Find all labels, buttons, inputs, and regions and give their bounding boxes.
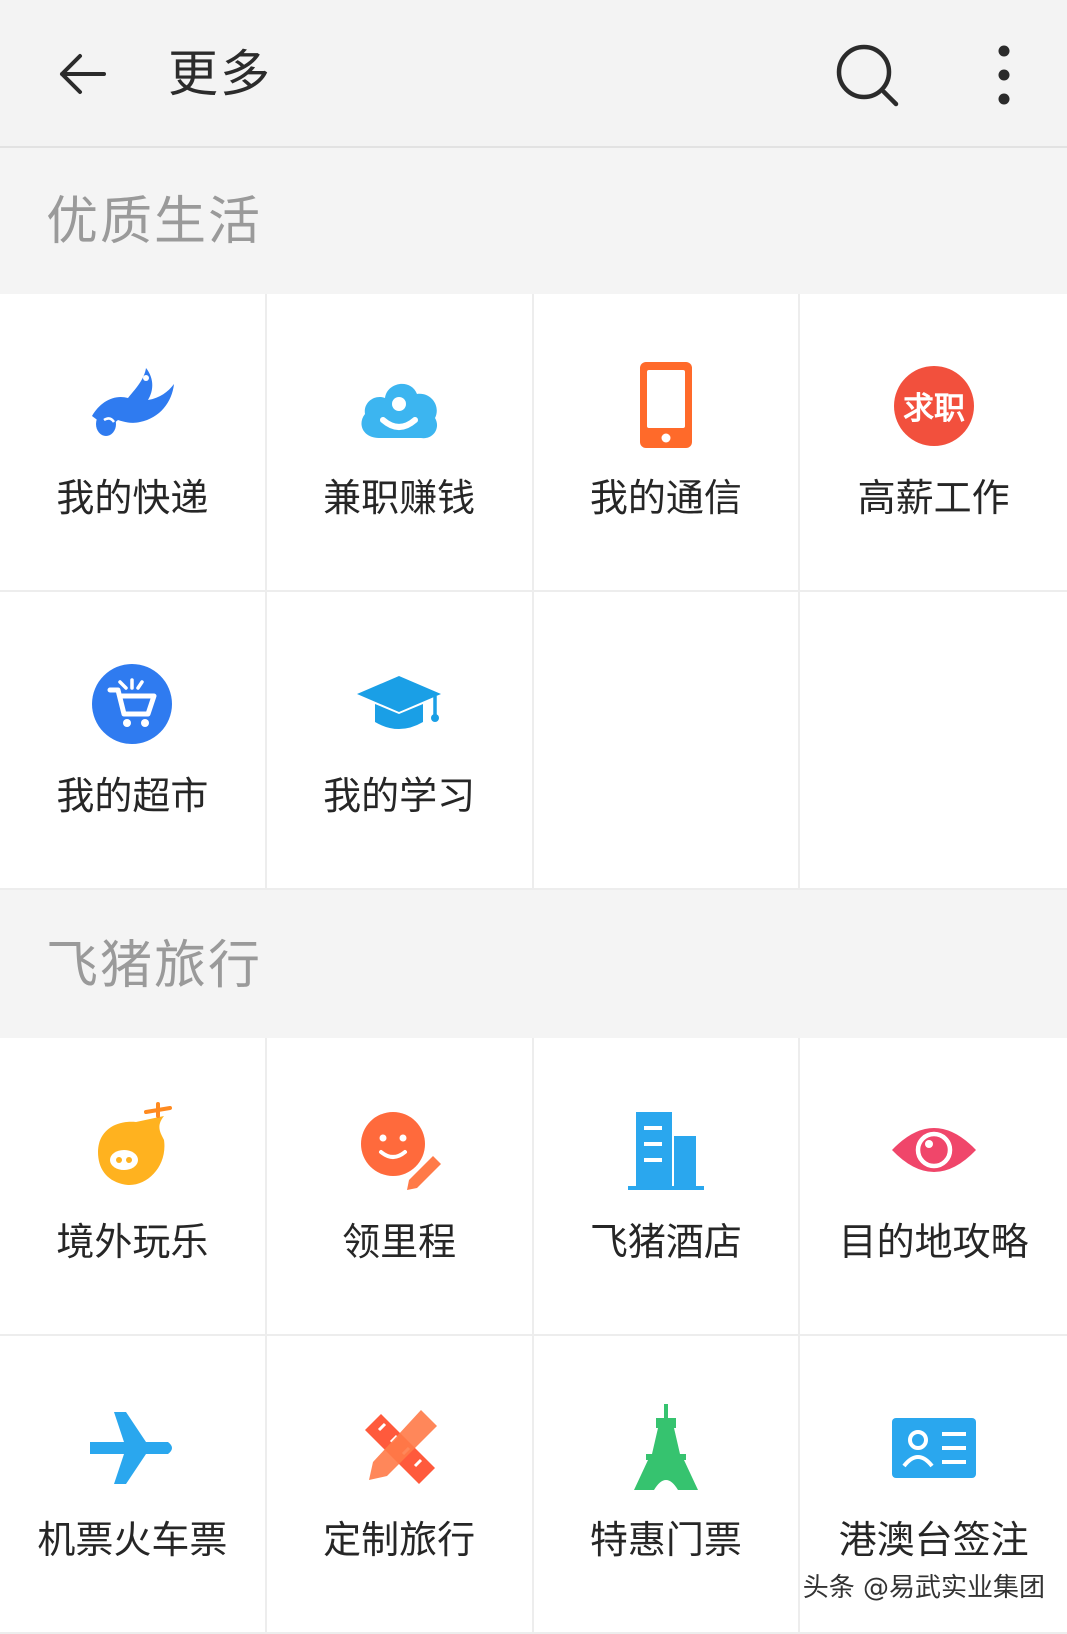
service-item-part-time[interactable]: 兼职赚钱: [266, 294, 534, 592]
watermark-text: 头条 @易武实业集团: [802, 1573, 1045, 1603]
service-label: 境外玩乐: [56, 1220, 209, 1264]
more-options-button[interactable]: [984, 40, 1024, 110]
search-icon: [836, 44, 899, 107]
service-label: 港澳台签注: [838, 1518, 1029, 1562]
section-title: 飞猪旅行: [46, 936, 263, 996]
service-item-overseas-fun[interactable]: 境外玩乐: [0, 1038, 267, 1336]
service-label: 特惠门票: [589, 1518, 742, 1562]
vertical-dots-icon: [998, 45, 1010, 105]
service-label: 兼职赚钱: [323, 476, 476, 520]
pig-plane-icon: [98, 1102, 173, 1185]
job-badge-icon: 求职: [893, 366, 974, 446]
service-item-mileage[interactable]: 领里程: [266, 1038, 534, 1336]
smile-pencil-icon: [361, 1112, 442, 1190]
service-item-express[interactable]: 我的快递: [0, 294, 267, 592]
service-label: 我的快递: [56, 476, 209, 520]
service-item-custom-travel[interactable]: 定制旅行: [266, 1336, 534, 1634]
service-label: 高薪工作: [857, 476, 1010, 520]
top-app-bar: 更多: [0, 0, 1067, 148]
service-label: 领里程: [342, 1220, 457, 1264]
airplane-icon: [90, 1412, 173, 1484]
service-item-flight-train[interactable]: 机票火车票: [0, 1336, 267, 1634]
section-title: 优质生活: [46, 192, 263, 252]
service-label: 我的学习: [323, 774, 476, 818]
eye-icon: [891, 1128, 976, 1172]
service-label: 目的地攻略: [838, 1220, 1029, 1264]
service-item-hotel[interactable]: 飞猪酒店: [533, 1038, 801, 1336]
search-button[interactable]: [832, 40, 902, 110]
bird-icon: [92, 368, 175, 436]
service-label: 机票火车票: [37, 1518, 228, 1562]
cart-icon: [92, 664, 173, 744]
back-button[interactable]: [52, 42, 116, 106]
cloud-person-icon: [361, 383, 438, 439]
tower-icon: [633, 1404, 698, 1490]
hotel-building-icon: [627, 1112, 704, 1190]
service-item-learning[interactable]: 我的学习: [266, 592, 534, 890]
page-title: 更多: [168, 45, 272, 103]
service-label: 定制旅行: [323, 1518, 476, 1562]
svg-text:求职: 求职: [903, 391, 965, 427]
empty-cell: [533, 592, 801, 890]
arrow-left-icon: [60, 54, 106, 94]
service-label: 飞猪酒店: [589, 1220, 742, 1264]
id-card-icon: [891, 1418, 976, 1478]
service-item-discount-tickets[interactable]: 特惠门票: [533, 1336, 801, 1634]
service-label: 我的超市: [56, 774, 209, 818]
pencil-ruler-icon: [365, 1410, 438, 1484]
service-grid-quality-life: 我的快递 兼职赚钱 我的通信 求职 高薪工作 我的超市 我的学习: [0, 294, 1067, 890]
service-item-supermarket[interactable]: 我的超市: [0, 592, 267, 890]
empty-cell: [800, 592, 1067, 890]
phone-icon: [639, 362, 692, 448]
section-header-quality-life: 优质生活: [0, 148, 1067, 294]
service-item-jobs[interactable]: 求职 高薪工作: [800, 294, 1067, 592]
section-header-fliggy-travel: 飞猪旅行: [0, 892, 1067, 1038]
service-item-destination-guide[interactable]: 目的地攻略: [800, 1038, 1067, 1336]
service-item-telecom[interactable]: 我的通信: [533, 294, 801, 592]
service-grid-fliggy-travel: 境外玩乐 领里程 飞猪酒店 目的地攻略 机票火车票 定制旅行 特惠门票 港澳台签…: [0, 1038, 1067, 1634]
grad-cap-icon: [357, 676, 442, 729]
service-label: 我的通信: [589, 476, 742, 520]
